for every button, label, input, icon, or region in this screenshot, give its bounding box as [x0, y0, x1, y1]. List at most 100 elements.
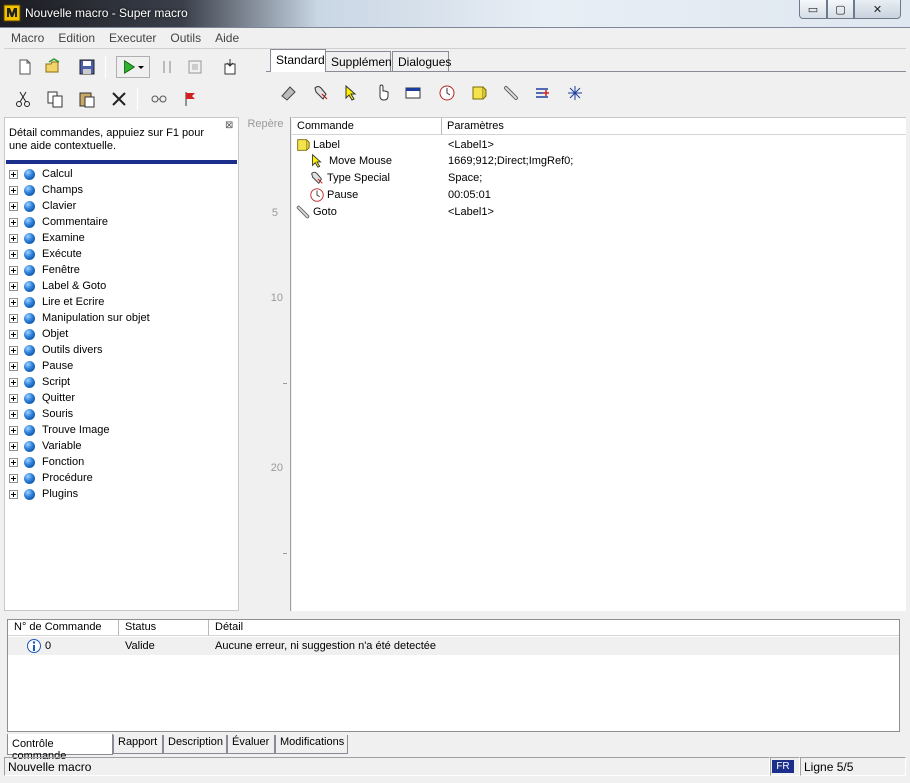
menu-aide[interactable]: Aide	[208, 29, 246, 47]
tree-item[interactable]: Clavier	[6, 198, 236, 214]
tree-item[interactable]: Objet	[6, 326, 236, 342]
tab-standard[interactable]: Standard	[270, 49, 326, 71]
menu-outils[interactable]: Outils	[163, 29, 208, 47]
pause-button[interactable]	[156, 56, 178, 78]
expand-icon[interactable]	[9, 249, 18, 259]
window-button[interactable]	[402, 82, 424, 104]
run-button[interactable]	[116, 56, 150, 78]
expand-icon[interactable]	[9, 345, 18, 355]
column-header-parametres[interactable]: Paramètres	[442, 118, 906, 135]
menu-executer[interactable]: Executer	[102, 29, 163, 47]
maximize-button[interactable]: ▢	[827, 0, 854, 19]
tab-rapport[interactable]: Rapport	[113, 735, 163, 754]
tree-item[interactable]: Trouve Image	[6, 422, 236, 438]
tab-description[interactable]: Description	[163, 735, 227, 754]
tab-evaluer[interactable]: Évaluer	[227, 735, 275, 754]
expand-icon[interactable]	[9, 297, 18, 307]
expand-icon[interactable]	[9, 313, 18, 323]
expand-icon[interactable]	[9, 217, 18, 227]
type-special-button[interactable]	[310, 82, 332, 104]
tree-item-label: Calcul	[42, 168, 73, 180]
tree-item[interactable]: Manipulation sur objet	[6, 310, 236, 326]
tree-item[interactable]: Variable	[6, 438, 236, 454]
expand-icon[interactable]	[9, 393, 18, 403]
tree-item[interactable]: Outils divers	[6, 342, 236, 358]
tree-item[interactable]: Exécute	[6, 246, 236, 262]
expand-icon[interactable]	[9, 361, 18, 371]
tree-item[interactable]: Script	[6, 374, 236, 390]
gutter-number: 5	[271, 207, 278, 219]
category-ball-icon	[24, 296, 35, 308]
language-badge: FR	[772, 760, 794, 773]
expand-icon[interactable]	[9, 473, 18, 483]
expand-icon[interactable]	[9, 457, 18, 467]
expand-icon[interactable]	[9, 409, 18, 419]
expand-icon[interactable]	[9, 329, 18, 339]
label-button[interactable]	[468, 82, 490, 104]
cut-button[interactable]	[12, 88, 34, 110]
expand-icon[interactable]	[9, 377, 18, 387]
paste-button[interactable]	[76, 88, 98, 110]
close-help-icon[interactable]: ⊠	[225, 120, 233, 131]
command-row[interactable]: Pause	[309, 187, 358, 203]
tree-item[interactable]: Fonction	[6, 454, 236, 470]
tree-item[interactable]: Quitter	[6, 390, 236, 406]
goto-button[interactable]	[500, 82, 522, 104]
click-button[interactable]	[372, 82, 394, 104]
copy-button[interactable]	[44, 88, 66, 110]
column-header-num[interactable]: N° de Commande	[8, 620, 119, 636]
column-header-status[interactable]: Status	[119, 620, 209, 636]
calc-button[interactable]	[564, 82, 586, 104]
macro-command-list[interactable]	[292, 117, 906, 611]
command-row[interactable]: Type Special	[309, 170, 390, 186]
stop-button[interactable]	[184, 56, 206, 78]
save-button[interactable]	[76, 56, 98, 78]
expand-icon[interactable]	[9, 201, 18, 211]
expand-icon[interactable]	[9, 425, 18, 435]
tree-item[interactable]: Champs	[6, 182, 236, 198]
tree-item[interactable]: Label & Goto	[6, 278, 236, 294]
expand-icon[interactable]	[9, 441, 18, 451]
tree-item[interactable]: Commentaire	[6, 214, 236, 230]
menu-macro[interactable]: Macro	[4, 29, 51, 47]
tree-item[interactable]: Examine	[6, 230, 236, 246]
command-row[interactable]: Goto	[295, 204, 337, 220]
close-button[interactable]: ✕	[854, 0, 901, 19]
expand-icon[interactable]	[9, 281, 18, 291]
menu-bar: Macro Edition Executer Outils Aide	[4, 29, 906, 47]
column-header-detail[interactable]: Détail	[209, 620, 899, 636]
tree-item[interactable]: Souris	[6, 406, 236, 422]
variable-button[interactable]	[532, 82, 554, 104]
expand-icon[interactable]	[9, 185, 18, 195]
expand-icon[interactable]	[9, 265, 18, 275]
step-button[interactable]	[219, 56, 241, 78]
open-button[interactable]	[42, 56, 64, 78]
tree-item[interactable]: Pause	[6, 358, 236, 374]
minimize-button[interactable]: ▭	[799, 0, 827, 19]
pause-clock-button[interactable]	[436, 82, 458, 104]
type-text-button[interactable]	[278, 82, 300, 104]
tab-dialogues[interactable]: Dialogues	[392, 51, 451, 71]
command-row[interactable]: Label	[295, 137, 340, 153]
run-dropdown-icon[interactable]	[137, 58, 145, 76]
column-header-commande[interactable]: Commande	[292, 118, 442, 135]
tree-item[interactable]: Calcul	[6, 166, 236, 182]
tree-item[interactable]: Lire et Ecrire	[6, 294, 236, 310]
tab-controle-commande[interactable]: Contrôle commande	[7, 734, 113, 762]
tab-supplement[interactable]: Supplément	[325, 51, 395, 71]
tree-item[interactable]: Fenêtre	[6, 262, 236, 278]
command-row[interactable]: Move Mouse	[309, 153, 392, 169]
menu-edition[interactable]: Edition	[51, 29, 102, 47]
category-ball-icon	[24, 168, 35, 180]
expand-icon[interactable]	[9, 169, 18, 179]
tab-modifications[interactable]: Modifications	[275, 735, 348, 754]
new-file-button[interactable]	[14, 56, 36, 78]
record-button[interactable]	[148, 88, 170, 110]
delete-button[interactable]	[108, 88, 130, 110]
tree-item[interactable]: Plugins	[6, 486, 236, 502]
move-mouse-button[interactable]	[340, 82, 362, 104]
expand-icon[interactable]	[9, 489, 18, 499]
flag-button[interactable]	[180, 88, 202, 110]
expand-icon[interactable]	[9, 233, 18, 243]
tree-item[interactable]: Procédure	[6, 470, 236, 486]
